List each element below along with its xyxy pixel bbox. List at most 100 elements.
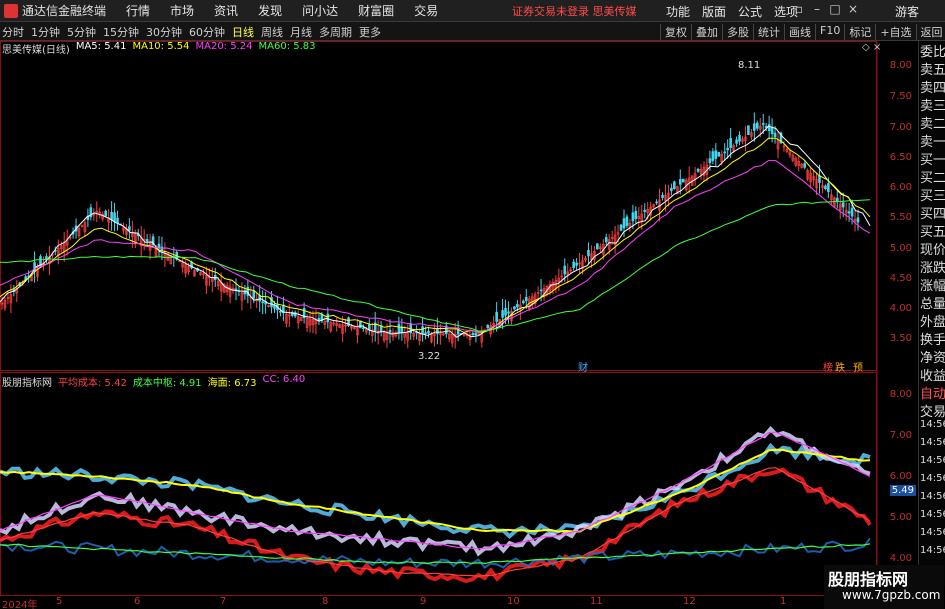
candle-body — [729, 137, 732, 149]
candle-body — [471, 332, 475, 335]
candle-body — [575, 262, 578, 266]
candle-body — [128, 226, 131, 231]
candle-body — [604, 237, 608, 243]
candle-body — [643, 209, 647, 212]
stock-name[interactable]: 思美传媒(日线) — [2, 41, 70, 56]
candle-body — [110, 212, 113, 220]
tick-time: 14:56 — [920, 419, 945, 430]
candle-body — [856, 217, 860, 223]
candle-body — [847, 211, 851, 214]
candle-body — [619, 224, 623, 231]
watermark: 股朋指标网 www.7gpzb.com — [824, 565, 944, 609]
candle-body — [317, 318, 321, 321]
tick-time: 14:56 — [920, 491, 945, 502]
quote-row: 收益 — [920, 369, 945, 383]
candle-body — [850, 207, 854, 217]
axis-tick: 5.00 — [889, 243, 912, 254]
indicator-line-2 — [0, 543, 871, 565]
candle-body — [747, 125, 750, 136]
date-tick: 10 — [507, 596, 520, 607]
quote-row: 卖二 — [920, 117, 945, 131]
candle-body — [841, 202, 845, 208]
main-legend: 思美传媒(日线) MA5: 5.41 MA10: 5.54 MA20: 5.24… — [2, 41, 322, 56]
quote-row: 现价 — [920, 243, 945, 257]
ma5-label: MA5: 5.41 — [75, 41, 127, 52]
date-tick: 2024年 — [2, 600, 38, 609]
date-tick: 8 — [322, 596, 329, 607]
candle-body — [421, 326, 424, 334]
candle-body — [678, 179, 682, 185]
main-price-axis: 8.00 7.50 7.00 6.50 6.00 5.50 5.00 4.50 … — [878, 41, 916, 371]
candle-body — [113, 212, 116, 222]
candle-body — [524, 296, 528, 302]
quote-row: 委比 — [920, 45, 945, 59]
candle-body — [495, 311, 498, 322]
tick-time: 14:56 — [920, 473, 945, 484]
candle-body — [625, 216, 629, 226]
candle-body — [504, 307, 507, 316]
quote-row: 涨幅 — [920, 279, 945, 293]
candle-body — [761, 123, 765, 125]
candle-body — [427, 330, 430, 334]
axis-tick: 5.50 — [889, 212, 912, 223]
quote-row: 买四 — [920, 207, 945, 221]
candle-body — [474, 332, 478, 336]
candle-body — [145, 239, 149, 242]
candle-body — [634, 210, 638, 219]
news-badge[interactable]: 财 — [578, 359, 588, 374]
candle-body — [726, 147, 729, 151]
rank-badge[interactable]: 榜 — [823, 359, 833, 374]
main-candles — [0, 112, 860, 349]
candle-body — [827, 183, 830, 193]
tick-time: 14:56 — [920, 545, 945, 556]
axis-tick: 6.00 — [889, 182, 912, 193]
axis-tick: 6.50 — [889, 152, 912, 163]
quote-row: 总量 — [920, 297, 945, 311]
chart-canvas[interactable] — [0, 0, 918, 596]
main-ma-lines — [0, 125, 871, 338]
axis-tick: 7.50 — [889, 91, 912, 102]
auto-trade-button[interactable]: 自动 — [919, 383, 945, 401]
candle-body — [735, 139, 738, 144]
quote-row: 买二 — [920, 171, 945, 185]
tool-fanhui[interactable]: 返回 — [915, 24, 945, 40]
axis-tick: 4.00 — [889, 553, 912, 564]
candle-body — [681, 178, 685, 183]
candle-body — [116, 217, 119, 224]
date-axis: 2024年 5 6 7 8 9 10 11 12 1 — [0, 596, 878, 609]
candle-body — [234, 288, 238, 291]
trade-button[interactable]: 交易 — [919, 401, 945, 419]
ma-line-2 — [0, 137, 871, 333]
candle-body — [753, 123, 756, 131]
ma20-label: MA20: 5.24 — [195, 41, 253, 52]
watermark-title: 股朋指标网 — [828, 570, 909, 589]
indicator-name[interactable]: 股朋指标网 — [2, 374, 52, 389]
candle-body — [326, 313, 330, 323]
tick-time: 14:56 — [920, 437, 945, 448]
date-tick: 11 — [590, 596, 603, 607]
axis-tick: 4.00 — [889, 303, 912, 314]
candle-body — [273, 305, 276, 309]
quote-row: 净资 — [920, 351, 945, 365]
candle-body — [711, 151, 715, 161]
quote-row: 买三 — [920, 189, 945, 203]
candle-body — [563, 265, 567, 275]
sea-label: 海面: 6.73 — [207, 378, 257, 389]
cc-label: CC: 6.40 — [262, 374, 306, 385]
fall-badge[interactable]: 跌 — [835, 359, 845, 374]
candle-body — [507, 311, 510, 314]
indicator-legend: 股朋指标网 平均成本: 5.42 成本中枢: 4.91 海面: 6.73 CC:… — [2, 374, 311, 389]
chart-grid — [0, 41, 878, 596]
candle-body — [835, 197, 839, 202]
candle-body — [388, 330, 392, 333]
candle-body — [631, 212, 635, 222]
axis-tick: 5.00 — [889, 512, 912, 523]
axis-tick: 7.00 — [889, 122, 912, 133]
cost-center-label: 成本中枢: 4.91 — [132, 378, 202, 389]
candle-body — [708, 158, 712, 164]
candle-body — [670, 187, 673, 192]
quote-row: 卖五 — [920, 63, 945, 77]
candle-body — [773, 132, 777, 138]
candle-body — [279, 310, 282, 313]
forecast-badge[interactable]: 预 — [853, 359, 863, 374]
